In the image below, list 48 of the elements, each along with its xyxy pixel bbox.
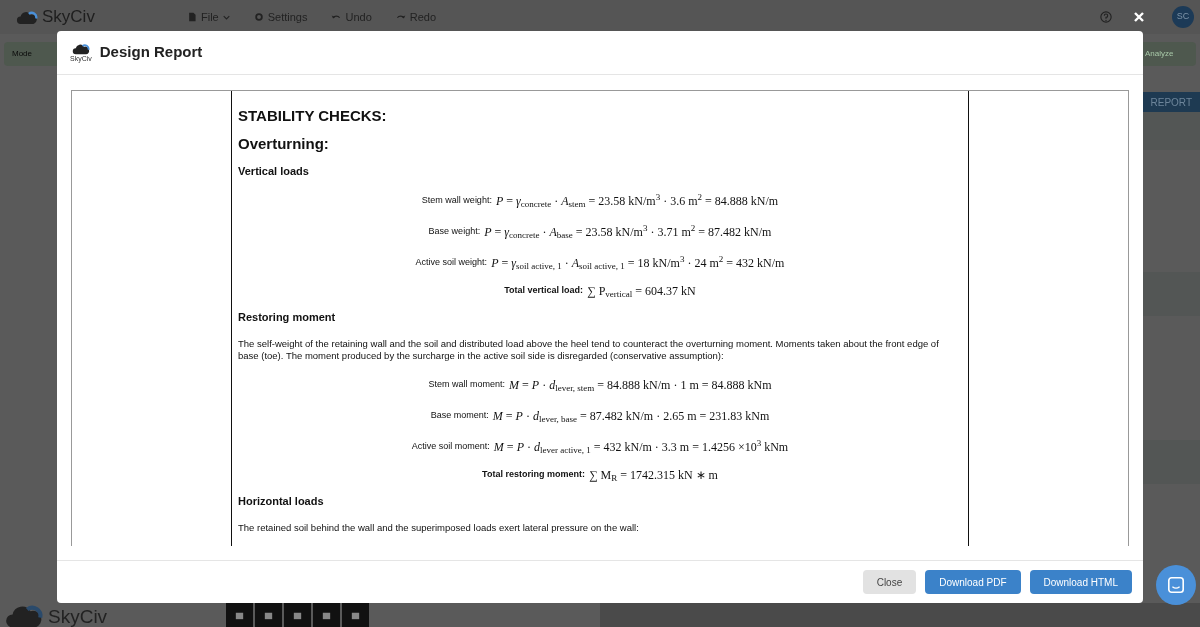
toolbar-button[interactable] (226, 603, 253, 627)
formula: M = P · d$_{lever, base}$ = 87.482 kN/m · 2.65 m = 231.83 kNm (492, 407, 770, 425)
formula: ∑ P$_{vertical}$ = 604.37 kN (587, 283, 696, 300)
chat-button[interactable] (1156, 565, 1196, 605)
close-button[interactable]: Close (862, 570, 917, 594)
user-avatar[interactable]: SC (1172, 6, 1194, 28)
close-icon[interactable] (1134, 12, 1144, 22)
dialog-title: Design Report (99, 42, 203, 63)
download-button[interactable]: Download HTML (1029, 570, 1132, 594)
equation-label: Active soil weight: (415, 255, 488, 269)
subsection-heading: Restoring moment (238, 310, 337, 326)
panel-row (1143, 112, 1200, 150)
subsection-heading: Horizontal loads (238, 494, 325, 510)
toolbar-button[interactable] (313, 603, 340, 627)
app-logo-text: SkyCiv (42, 6, 95, 29)
toolbar-button[interactable] (255, 603, 282, 627)
formula: P = γ$_{concrete}$ · A$_{stem}$ = 23.58 kN/m$^{3}$ · 3.6 m$^{2}$ = 84.888 kN/m (495, 191, 779, 210)
file-icon (187, 12, 197, 22)
paragraph: The retained soil behind the wall and the superimposed loads exert lateral pressure on the wall: (238, 521, 640, 535)
caret-icon (222, 14, 230, 20)
cloud-logo-icon (71, 43, 90, 55)
panel-row (1143, 440, 1200, 484)
footer-logo-text: SkyCiv (48, 605, 108, 627)
cloud-logo-icon (4, 603, 44, 627)
section-heading: Overturning: (238, 133, 330, 154)
formula: ∑ M$_{R}$ = 1742.315 kN ∗ m (588, 467, 718, 484)
subsection-heading: Vertical loads (238, 164, 310, 180)
gear-icon (253, 12, 264, 22)
formula: M = P · d$_{lever active, 1}$ = 432 kN/m · 3.3 m = 1.4256 ×10$^{3}$ kNm (493, 437, 789, 456)
equation-label: Active soil moment: (411, 439, 490, 453)
download-button[interactable]: Download PDF (925, 570, 1021, 594)
chat-icon (1167, 576, 1185, 594)
formula: P = γ$_{concrete}$ · A$_{base}$ = 23.58 kN/m$^{3}$ · 3.71 m$^{2}$ = 87.482 kN/m (484, 222, 772, 241)
equation-label: Total vertical load: (504, 284, 584, 298)
cloud-logo-icon (16, 9, 38, 25)
paragraph: The self-weight of the retaining wall and the soil and distributed load above the heel tend to counteract the overturning moment. Moments taken about the front edge of base (toe). The moment produced by the surcharge in the active soil side is disregarded (conservative assumption): (238, 337, 940, 363)
section-heading: STABILITY CHECKS: (238, 105, 388, 126)
panel-row (1143, 272, 1200, 316)
formula: P = γ$_{soil active, 1}$ · A$_{soil active, 1}$ = 18 kN/m$^{3}$ · 24 m$^{2}$ = 432 kN/m (491, 253, 785, 272)
equation-label: Total restoring moment: (482, 468, 585, 482)
equation-label: Base weight: (428, 224, 481, 238)
analyze-button[interactable]: Analyze (1143, 42, 1196, 66)
toolbar-button[interactable] (342, 603, 369, 627)
equation-label: Stem wall weight: (421, 193, 492, 207)
equation-label: Base moment: (430, 408, 489, 422)
equation-label: Stem wall moment: (428, 377, 506, 391)
toolbar-button[interactable] (284, 603, 311, 627)
formula: M = P · d$_{lever, stem}$ = 84.888 kN/m · 1 m = 84.888 kNm (509, 376, 772, 394)
